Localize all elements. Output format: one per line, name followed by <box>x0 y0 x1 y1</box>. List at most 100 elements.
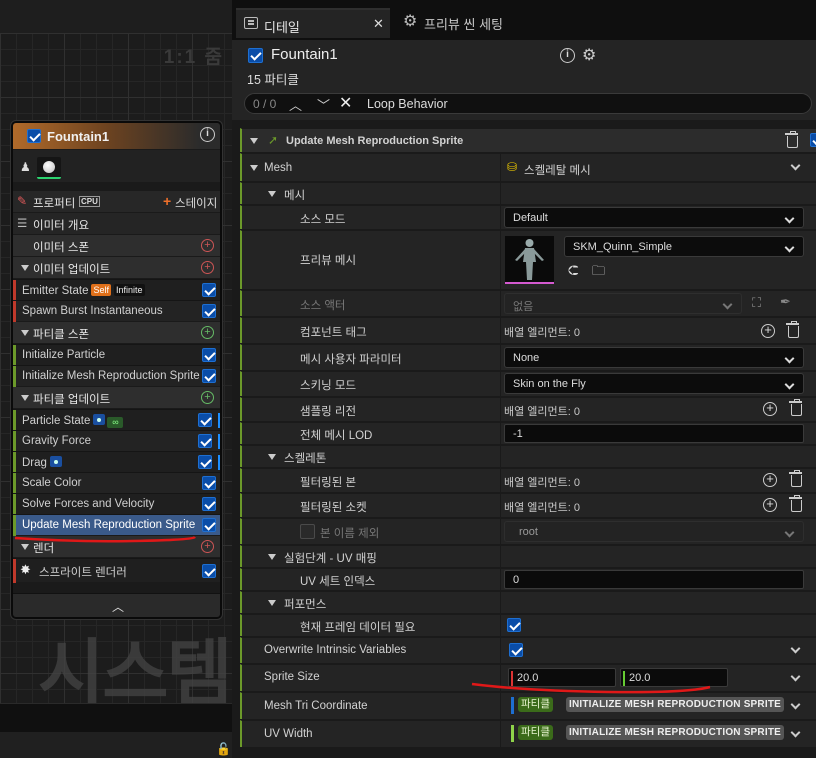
particle-namespace-chip[interactable]: 파티클 <box>518 697 553 712</box>
whole-mesh-lod-input[interactable]: -1 <box>504 424 804 443</box>
module-enabled-checkbox[interactable] <box>198 434 212 448</box>
skeleton-category-row[interactable]: 스켈레톤 <box>240 445 816 467</box>
module-sprite-renderer[interactable]: ✸ 스프라이트 렌더러 <box>13 558 220 583</box>
chevron-down-icon[interactable] <box>790 160 801 171</box>
collapse-arrow-icon[interactable] <box>250 138 258 144</box>
module-enabled-checkbox[interactable] <box>202 476 216 490</box>
collapse-node-button[interactable]: ︿ <box>13 593 220 617</box>
lock-icon[interactable]: 🔓 <box>216 742 231 756</box>
uv-category-row[interactable]: 실험단계 - UV 매핑 <box>240 545 816 567</box>
module-enabled-checkbox[interactable] <box>202 564 216 578</box>
tab-preview-scene[interactable]: ⚙ 프리뷰 씬 세팅 <box>400 10 550 38</box>
module-enabled-checkbox[interactable] <box>202 304 216 318</box>
emitter-node-header[interactable]: Fountain1 i <box>13 123 220 149</box>
source-mode-dropdown[interactable]: Default <box>504 207 804 228</box>
collapse-arrow-icon[interactable] <box>268 454 276 460</box>
search-input[interactable]: Loop Behavior <box>367 97 448 111</box>
use-selected-icon[interactable]: ⮈ <box>568 262 579 279</box>
clear-search-icon[interactable]: ✕ <box>339 93 352 113</box>
collapse-arrow-icon[interactable] <box>268 600 276 606</box>
tab-details[interactable]: 디테일 ✕ <box>236 8 390 38</box>
add-module-icon[interactable]: + <box>201 326 214 339</box>
collapse-arrow-icon[interactable] <box>21 330 29 336</box>
particle-update-section[interactable]: 파티클 업데이트 + <box>13 387 220 408</box>
emitter-enabled-checkbox[interactable] <box>27 129 41 143</box>
module-enabled-checkbox[interactable] <box>198 455 212 469</box>
collapse-arrow-icon[interactable] <box>21 395 29 401</box>
overwrite-checkbox[interactable] <box>509 643 523 657</box>
next-result-icon[interactable]: ﹀ <box>317 95 330 114</box>
mesh-type-value[interactable]: 스켈레탈 메시 <box>524 162 591 178</box>
emitter-spawn-section[interactable]: 이미터 스폰 + <box>13 235 220 256</box>
emitter-overview-row[interactable]: ☰ 이미터 개요 <box>13 213 220 234</box>
plus-icon[interactable]: + <box>163 193 171 209</box>
module-spawn-burst[interactable]: Spawn Burst Instantaneous <box>13 300 220 322</box>
close-tab-icon[interactable]: ✕ <box>373 16 384 32</box>
particle-spawn-section[interactable]: 파티클 스폰 + <box>13 322 220 343</box>
mesh-row[interactable]: Mesh ⛁ 스켈레탈 메시 <box>240 153 816 181</box>
frame-data-checkbox[interactable] <box>507 618 521 632</box>
add-element-icon[interactable]: + <box>763 472 777 487</box>
collapse-arrow-icon[interactable] <box>250 165 258 171</box>
add-stage-button[interactable]: 스테이지 <box>175 195 217 211</box>
trash-icon[interactable] <box>789 399 802 416</box>
module-particle-state[interactable]: Particle State ∞ <box>13 409 220 431</box>
collapse-arrow-icon[interactable] <box>268 191 276 197</box>
module-enabled-checkbox[interactable] <box>198 413 212 427</box>
chevron-down-icon[interactable] <box>790 643 801 654</box>
module-enabled-checkbox[interactable] <box>202 348 216 362</box>
add-module-icon[interactable]: + <box>201 391 214 404</box>
enabled-checkbox[interactable] <box>248 48 263 63</box>
module-enabled-checkbox[interactable] <box>202 283 216 297</box>
module-update-mesh-repro[interactable]: Update Mesh Reproduction Sprite <box>13 514 220 536</box>
mesh-user-param-dropdown[interactable]: None <box>504 347 804 368</box>
person-icon[interactable]: ♟ <box>20 160 31 174</box>
collapse-arrow-icon[interactable] <box>268 554 276 560</box>
mesh-thumbnail[interactable] <box>505 236 554 284</box>
module-enabled-checkbox[interactable] <box>202 497 216 511</box>
trash-icon[interactable] <box>789 470 802 487</box>
collapse-arrow-icon[interactable] <box>21 544 29 550</box>
previous-result-icon[interactable]: ︿ <box>289 95 302 114</box>
emitter-thumbnail[interactable] <box>37 157 61 179</box>
module-gravity-force[interactable]: Gravity Force <box>13 430 220 452</box>
module-emitter-state[interactable]: Emitter State Self Infinite <box>13 279 220 301</box>
module-header-row[interactable]: ➚ Update Mesh Reproduction Sprite <box>240 128 816 152</box>
add-element-icon[interactable]: + <box>763 497 777 512</box>
module-initialize-particle[interactable]: Initialize Particle <box>13 344 220 366</box>
search-bar[interactable]: 0 / 0 ︿ ﹀ ✕ Loop Behavior <box>244 93 812 114</box>
add-renderer-icon[interactable]: + <box>201 540 214 553</box>
collapse-arrow-icon[interactable] <box>21 265 29 271</box>
mesh-category-row[interactable]: 메시 <box>240 182 816 204</box>
module-solve-forces[interactable]: Solve Forces and Velocity <box>13 493 220 515</box>
module-enabled-checkbox[interactable] <box>810 133 816 147</box>
add-element-icon[interactable]: + <box>761 323 775 338</box>
module-init-mesh-repro[interactable]: Initialize Mesh Reproduction Sprite <box>13 365 220 387</box>
chevron-down-icon[interactable] <box>790 699 801 710</box>
emitter-update-section[interactable]: 이미터 업데이트 + <box>13 257 220 278</box>
add-element-icon[interactable]: + <box>763 401 777 416</box>
module-enabled-checkbox[interactable] <box>202 518 216 532</box>
emitter-node[interactable]: Fountain1 i ♟ ✎ 프로퍼티 CPU + 스테이지 ☰ 이미터 개요… <box>11 121 222 619</box>
add-module-icon[interactable]: + <box>201 239 214 252</box>
module-scale-color[interactable]: Scale Color <box>13 472 220 494</box>
chevron-down-icon[interactable] <box>790 671 801 682</box>
system-graph[interactable]: 1:1 줌 시스템 🔓 Fountain1 i ♟ ✎ 프로퍼티 CPU + 스… <box>0 0 232 758</box>
perf-category-row[interactable]: 퍼포먼스 <box>240 591 816 613</box>
particle-namespace-chip[interactable]: 파티클 <box>518 725 553 740</box>
chevron-down-icon[interactable] <box>790 727 801 738</box>
module-enabled-checkbox[interactable] <box>202 369 216 383</box>
uv-index-input[interactable]: 0 <box>504 570 804 589</box>
properties-row[interactable]: ✎ 프로퍼티 CPU + 스테이지 <box>13 191 220 212</box>
info-icon[interactable]: i <box>560 48 575 63</box>
browse-folder-icon[interactable]: 🗀 <box>592 262 605 284</box>
exclude-bone-checkbox[interactable] <box>300 524 315 539</box>
skinning-mode-dropdown[interactable]: Skin on the Fly <box>504 373 804 394</box>
preview-mesh-dropdown[interactable]: SKM_Quinn_Simple <box>564 236 804 257</box>
settings-gear-icon[interactable]: ⚙ <box>582 45 596 65</box>
trash-icon[interactable] <box>786 321 799 338</box>
linked-module-chip[interactable]: INITIALIZE MESH REPRODUCTION SPRITE <box>566 697 785 712</box>
add-module-icon[interactable]: + <box>201 261 214 274</box>
trash-icon[interactable] <box>789 495 802 512</box>
linked-module-chip[interactable]: INITIALIZE MESH REPRODUCTION SPRITE <box>566 725 785 740</box>
